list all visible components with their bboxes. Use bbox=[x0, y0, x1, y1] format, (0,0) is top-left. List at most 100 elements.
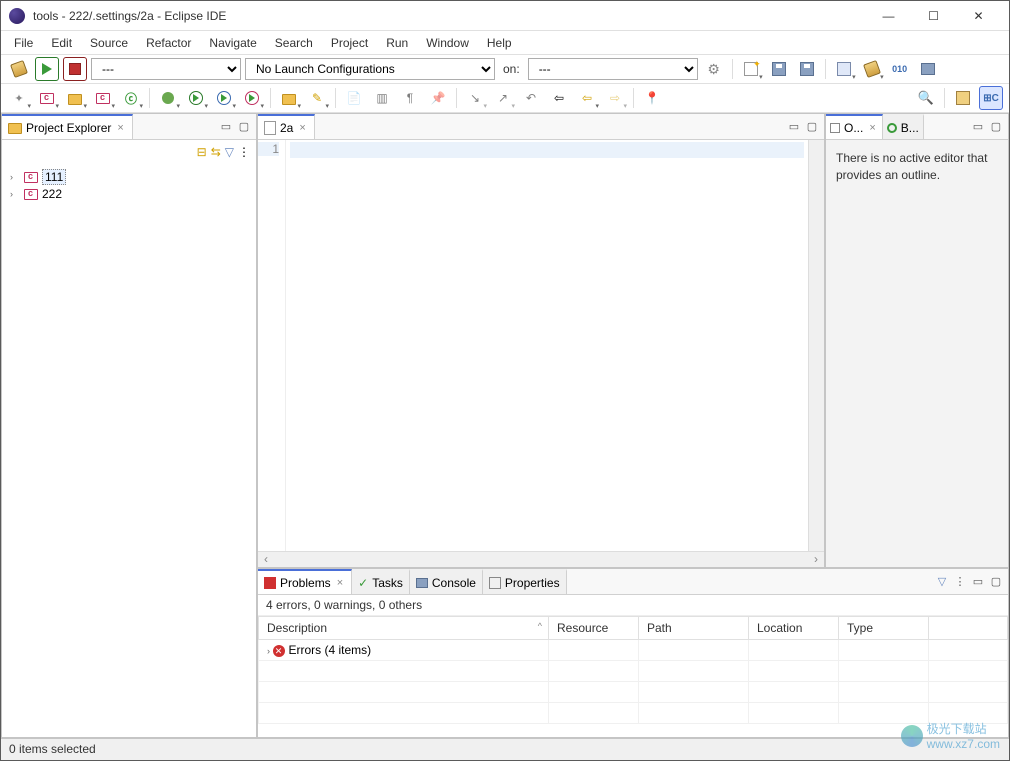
new-source-button[interactable] bbox=[91, 86, 115, 110]
view-menu-icon[interactable]: ⋮ bbox=[238, 145, 250, 159]
editor-tab-2a[interactable]: 2a × bbox=[258, 114, 315, 139]
minimize-view-icon[interactable]: ▭ bbox=[970, 119, 986, 135]
last-edit-button[interactable]: ↶ bbox=[519, 86, 543, 110]
project-explorer-tab[interactable]: Project Explorer × bbox=[2, 114, 133, 139]
undo-nav-button[interactable]: ⇦ bbox=[547, 86, 571, 110]
link-editor-icon[interactable]: ⇆ bbox=[211, 145, 221, 159]
maximize-view-icon[interactable]: ▢ bbox=[988, 574, 1004, 590]
debug-button[interactable] bbox=[156, 86, 180, 110]
menu-refactor[interactable]: Refactor bbox=[137, 33, 200, 53]
vertical-scrollbar[interactable] bbox=[808, 140, 824, 551]
new-class-button[interactable]: ⓒ bbox=[119, 86, 143, 110]
new-project-button[interactable] bbox=[35, 86, 59, 110]
pin-editor-button[interactable]: 📍 bbox=[640, 86, 664, 110]
toggle-button[interactable] bbox=[832, 57, 856, 81]
col-type[interactable]: Type bbox=[839, 617, 929, 640]
expand-icon[interactable]: › bbox=[10, 172, 20, 182]
close-tab-icon[interactable]: × bbox=[867, 122, 877, 134]
toggle-mark-button[interactable]: 📄 bbox=[342, 86, 366, 110]
properties-tab[interactable]: Properties bbox=[483, 569, 567, 594]
build-button[interactable] bbox=[7, 57, 31, 81]
menu-run[interactable]: Run bbox=[377, 33, 417, 53]
menu-file[interactable]: File bbox=[5, 33, 42, 53]
back-button[interactable]: ⇦ bbox=[575, 86, 599, 110]
col-resource[interactable]: Resource bbox=[549, 617, 639, 640]
line-number: 1 bbox=[258, 142, 279, 156]
menu-navigate[interactable]: Navigate bbox=[200, 33, 265, 53]
watermark: 极光下载站 www.xz7.com bbox=[901, 720, 1000, 751]
terminal-button[interactable] bbox=[916, 57, 940, 81]
expand-icon[interactable]: › bbox=[10, 189, 20, 199]
filter-icon[interactable]: ▽ bbox=[225, 145, 234, 159]
close-tab-icon[interactable]: × bbox=[297, 122, 307, 134]
minimize-view-icon[interactable]: ▭ bbox=[970, 574, 986, 590]
maximize-button[interactable]: ☐ bbox=[911, 2, 956, 30]
launch-settings-button[interactable]: ⚙ bbox=[702, 57, 726, 81]
center-column: 2a × ▭ ▢ 1 bbox=[257, 113, 1009, 738]
code-line[interactable] bbox=[290, 142, 804, 158]
outline-panel: O... × B... ▭ ▢ There is no active edito… bbox=[825, 113, 1009, 568]
menu-window[interactable]: Window bbox=[417, 33, 478, 53]
build-drop-button[interactable] bbox=[860, 57, 884, 81]
properties-tab-label: Properties bbox=[505, 576, 560, 590]
horizontal-scrollbar[interactable]: ‹› bbox=[258, 551, 824, 567]
open-perspective-button[interactable] bbox=[951, 86, 975, 110]
menu-source[interactable]: Source bbox=[81, 33, 137, 53]
toggle-block-button[interactable]: ▥ bbox=[370, 86, 394, 110]
new-wizard-button[interactable]: ✦ bbox=[7, 86, 31, 110]
col-path[interactable]: Path bbox=[639, 617, 749, 640]
minimize-view-icon[interactable]: ▭ bbox=[218, 119, 234, 135]
problems-tab[interactable]: Problems × bbox=[258, 569, 352, 594]
menu-edit[interactable]: Edit bbox=[42, 33, 81, 53]
prev-annotation-button[interactable]: ↗ bbox=[491, 86, 515, 110]
quick-search-button[interactable]: 🔍 bbox=[914, 86, 938, 110]
build-targets-tab[interactable]: B... bbox=[883, 114, 924, 139]
save-button[interactable] bbox=[767, 57, 791, 81]
col-location[interactable]: Location bbox=[749, 617, 839, 640]
view-menu-icon[interactable]: ⋮ bbox=[952, 574, 968, 590]
eclipse-icon bbox=[9, 8, 25, 24]
code-area[interactable] bbox=[286, 140, 808, 551]
menu-project[interactable]: Project bbox=[322, 33, 377, 53]
stop-button[interactable] bbox=[63, 57, 87, 81]
tree-item-222[interactable]: › 222 bbox=[6, 186, 252, 202]
save-all-button[interactable] bbox=[795, 57, 819, 81]
minimize-view-icon[interactable]: ▭ bbox=[786, 119, 802, 135]
close-button[interactable]: ✕ bbox=[956, 2, 1001, 30]
new-folder-button[interactable] bbox=[63, 86, 87, 110]
launch-config-combo[interactable]: No Launch Configurations bbox=[245, 58, 495, 80]
run-drop-button[interactable] bbox=[184, 86, 208, 110]
tree-item-111[interactable]: › 111 bbox=[6, 168, 252, 186]
outline-tab[interactable]: O... × bbox=[826, 114, 883, 139]
console-tab[interactable]: Console bbox=[410, 569, 483, 594]
launch-mode-combo[interactable]: --- bbox=[91, 58, 241, 80]
close-tab-icon[interactable]: × bbox=[335, 577, 345, 589]
coverage-button[interactable] bbox=[240, 86, 264, 110]
show-whitespace-button[interactable]: ¶ bbox=[398, 86, 422, 110]
open-type-button[interactable] bbox=[277, 86, 301, 110]
run-button[interactable] bbox=[35, 57, 59, 81]
pin-button[interactable]: 📌 bbox=[426, 86, 450, 110]
new-button[interactable] bbox=[739, 57, 763, 81]
close-tab-icon[interactable]: × bbox=[115, 122, 125, 134]
errors-group-row[interactable]: › ✕Errors (4 items) bbox=[259, 640, 1008, 661]
next-annotation-button[interactable]: ↘ bbox=[463, 86, 487, 110]
binary-view-button[interactable]: 010 bbox=[888, 57, 912, 81]
col-description[interactable]: Description^ bbox=[259, 617, 549, 640]
launch-target-combo[interactable]: --- bbox=[528, 58, 698, 80]
filter-icon[interactable]: ▽ bbox=[934, 574, 950, 590]
collapse-all-icon[interactable]: ⊟ bbox=[197, 145, 207, 159]
tasks-tab[interactable]: ✓ Tasks bbox=[352, 569, 410, 594]
maximize-view-icon[interactable]: ▢ bbox=[804, 119, 820, 135]
profile-button[interactable] bbox=[212, 86, 236, 110]
problems-icon bbox=[264, 577, 276, 589]
menu-help[interactable]: Help bbox=[478, 33, 521, 53]
maximize-view-icon[interactable]: ▢ bbox=[988, 119, 1004, 135]
menu-search[interactable]: Search bbox=[266, 33, 322, 53]
minimize-button[interactable]: — bbox=[866, 2, 911, 30]
forward-button[interactable]: ⇨ bbox=[603, 86, 627, 110]
search-drop-button[interactable]: ✎ bbox=[305, 86, 329, 110]
maximize-view-icon[interactable]: ▢ bbox=[236, 119, 252, 135]
cpp-perspective-button[interactable]: ⊞C bbox=[979, 86, 1003, 110]
editor-body[interactable]: 1 bbox=[258, 140, 824, 551]
